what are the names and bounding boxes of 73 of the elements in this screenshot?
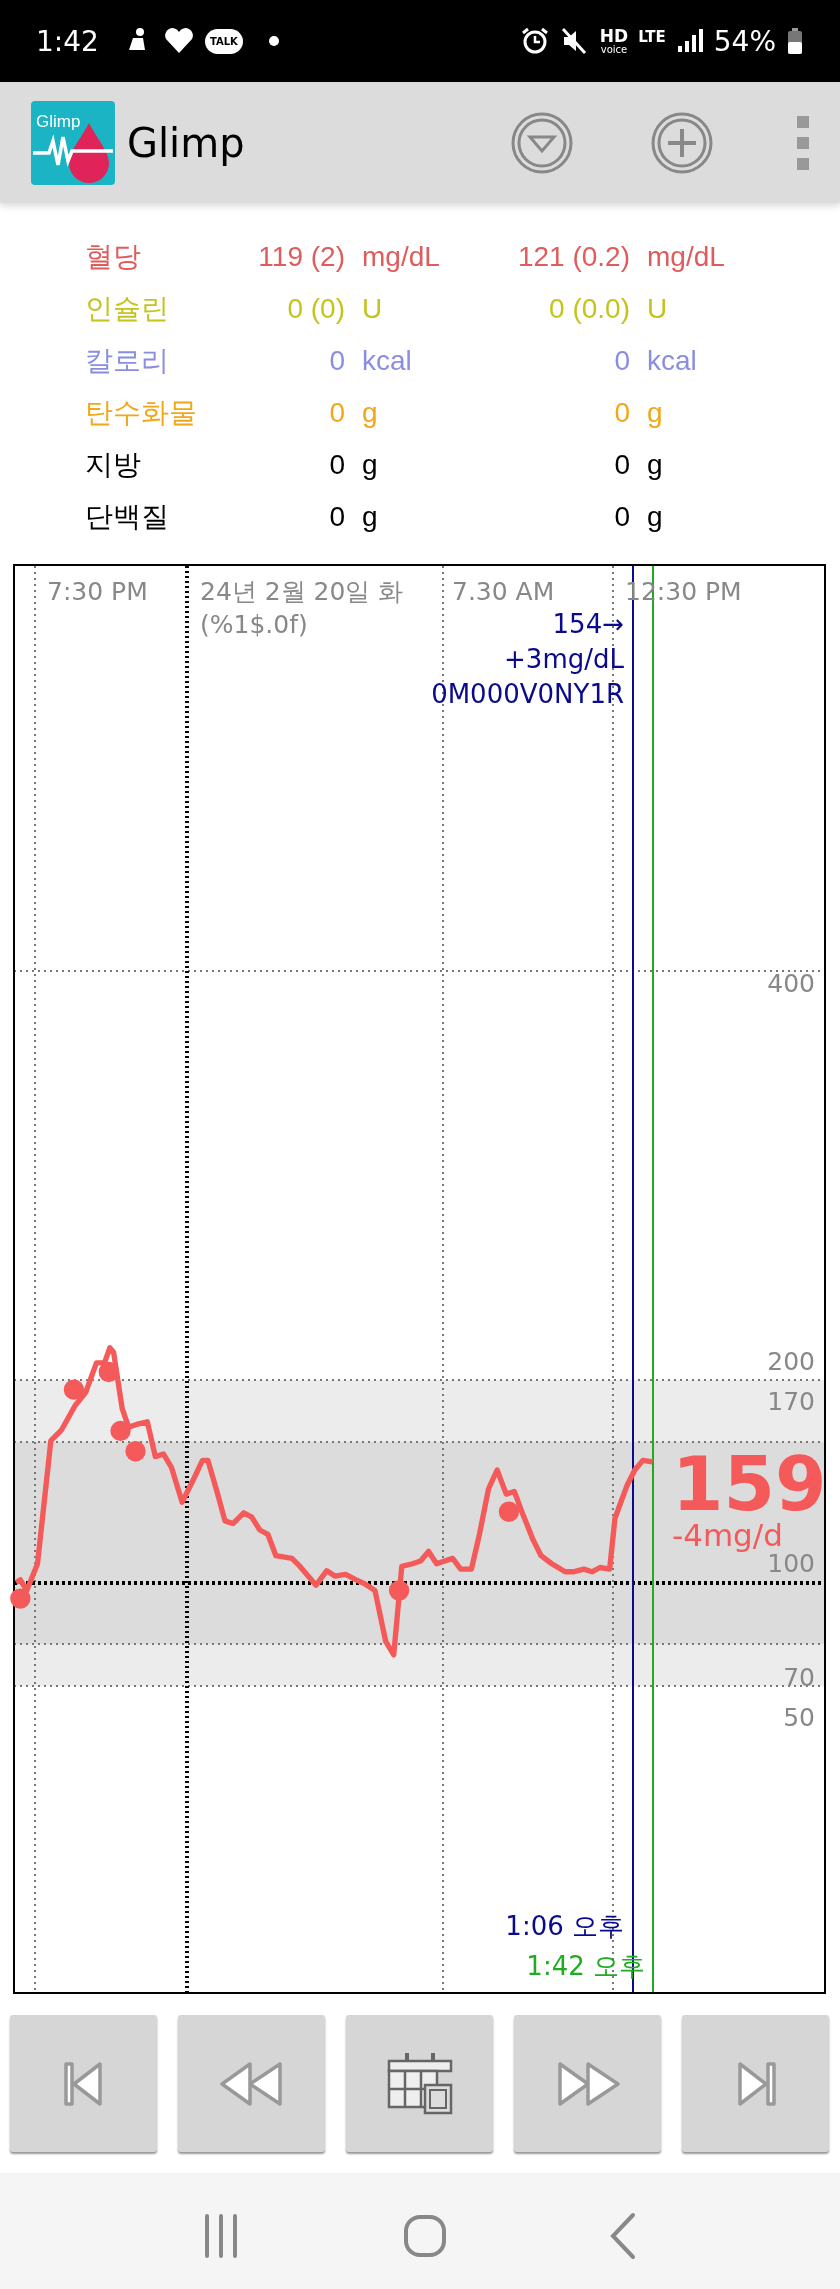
value-text: 0 xyxy=(613,501,630,533)
time-label: 24년 2월 20일 화 xyxy=(200,577,404,606)
value-text: 0 xyxy=(613,397,630,429)
axis-label: 170 xyxy=(767,1387,815,1416)
logo-text: Glimp xyxy=(36,111,81,131)
home-button[interactable] xyxy=(403,2214,447,2258)
value-text: 0 (0) xyxy=(286,293,345,325)
unit-text: g xyxy=(646,397,664,429)
reading-dot xyxy=(98,1361,119,1383)
dropdown-button[interactable] xyxy=(510,110,574,175)
battery-percent: 54% xyxy=(713,24,776,58)
unit-text: g xyxy=(646,449,664,481)
row-label: 지방 xyxy=(85,448,142,482)
add-button[interactable] xyxy=(650,110,714,175)
forward-button[interactable] xyxy=(514,2015,661,2152)
menu-icon xyxy=(796,114,810,171)
marker-value: 154→ xyxy=(552,609,624,639)
value-text: 121 (0.2) xyxy=(516,241,630,273)
value-text: 0 xyxy=(328,397,345,429)
sensor-serial: 0M000V0NY1R xyxy=(431,679,624,709)
row-label: 인슐린 xyxy=(85,292,170,326)
app-title: Glimp xyxy=(127,119,245,166)
value-text: 0 xyxy=(328,345,345,377)
reading-dot xyxy=(110,1420,131,1442)
unit-text: g xyxy=(646,501,664,533)
notification-dot xyxy=(268,36,279,46)
home-icon xyxy=(403,2214,447,2258)
battery-icon xyxy=(786,26,804,56)
network-label: LTE xyxy=(638,28,666,46)
calendar-button[interactable] xyxy=(346,2015,493,2152)
value-text: 0 xyxy=(328,501,345,533)
value-text: 0 xyxy=(613,449,630,481)
unit-text: kcal xyxy=(361,345,413,377)
time-label: 7.30 AM xyxy=(452,577,555,606)
axis-label: 400 xyxy=(767,969,815,998)
unit-text: g xyxy=(361,501,379,533)
unit-text: g xyxy=(361,449,379,481)
reading-dot xyxy=(10,1588,31,1609)
reading-dot xyxy=(125,1441,146,1462)
last-button[interactable] xyxy=(682,2015,829,2152)
time-label: 7:30 PM xyxy=(47,577,148,606)
unit-text: kcal xyxy=(646,345,698,377)
axis-label: 50 xyxy=(783,1703,815,1732)
unit-text: g xyxy=(361,397,379,429)
reading-dot xyxy=(63,1379,85,1400)
rewind-button[interactable] xyxy=(178,2015,325,2152)
voice-label: voice xyxy=(600,44,628,55)
value-text: 119 (2) xyxy=(257,241,345,273)
axis-label: 200 xyxy=(767,1347,815,1376)
unit-text: U xyxy=(361,293,384,325)
plus-icon xyxy=(650,110,714,175)
row-label: 단백질 xyxy=(85,500,170,534)
clock: 1:42 xyxy=(36,24,99,58)
axis-label: 70 xyxy=(783,1663,815,1692)
value-text: 0 xyxy=(613,345,630,377)
reading-dot xyxy=(498,1501,520,1522)
unit-text: mg/dL xyxy=(646,241,726,273)
first-button[interactable] xyxy=(10,2015,157,2152)
row-label: 탄수화물 xyxy=(85,396,198,430)
unit-text: mg/dL xyxy=(361,241,441,273)
marker-delta: +3mg/dL xyxy=(504,644,624,674)
reading-dot xyxy=(388,1580,410,1601)
hd-label: HD xyxy=(599,27,629,45)
row-label: 혈당 xyxy=(85,240,142,274)
menu-button[interactable] xyxy=(796,114,810,171)
row-label: 칼로리 xyxy=(85,344,170,378)
date-format-label: (%1$.0f) xyxy=(200,610,308,639)
alarm-icon xyxy=(519,26,550,56)
value-text: 0 xyxy=(328,449,345,481)
unit-text: U xyxy=(646,293,669,325)
marker-time: 1:06 오후 xyxy=(505,1911,624,1941)
value-text: 0 (0.0) xyxy=(548,293,630,325)
chat-badge: TALK xyxy=(204,28,243,54)
